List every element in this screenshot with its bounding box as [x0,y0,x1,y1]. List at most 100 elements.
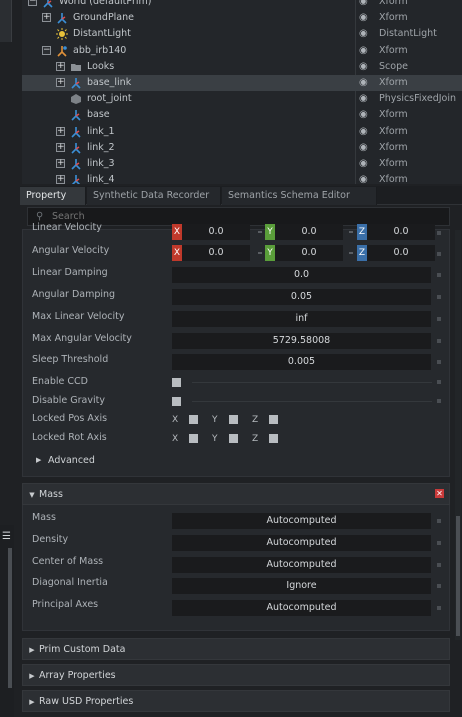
tree-row-label: root_joint [87,93,132,105]
collapse-icon[interactable]: − [28,0,37,6]
tree-row-looks[interactable]: + Looks ◉ Scope [22,59,462,75]
mass-row-value[interactable]: Autocomputed [172,513,431,529]
visibility-eye-icon[interactable]: ◉ [359,59,368,75]
visibility-eye-icon[interactable]: ◉ [359,140,368,156]
tree-row-type: Xform [379,12,408,24]
locked-rot-axis-label: Locked Rot Axis [32,432,107,443]
visibility-eye-icon[interactable]: ◉ [359,172,368,184]
expand-icon[interactable]: + [56,159,65,168]
section-array-properties[interactable]: ▶ Array Properties [22,664,450,686]
reset-dot[interactable] [437,252,441,256]
reset-dot[interactable] [437,317,441,321]
max-angular-velocity-field[interactable]: 5729.58008 [172,333,431,349]
reset-dot[interactable] [437,380,441,384]
angular-velocity-x[interactable]: 0.0 [182,245,250,261]
search-input[interactable] [52,209,432,224]
tree-row-link_4[interactable]: + link_4 ◉ Xform [22,172,462,184]
xform-icon [70,126,82,138]
linear-velocity-x[interactable]: 0.0 [182,224,250,240]
expand-icon[interactable]: + [56,61,65,71]
collapse-arrow-icon: ▼ [29,491,35,499]
max-linear-velocity-field[interactable]: inf [172,311,431,327]
mass-row-value[interactable]: Ignore [172,578,431,594]
reset-dot[interactable] [437,360,441,364]
tab-semantics-schema-editor[interactable]: Semantics Schema Editor [222,187,377,205]
visibility-eye-icon[interactable]: ◉ [359,107,368,123]
reset-dot[interactable] [437,339,441,343]
tree-row-base[interactable]: base ◉ Xform [22,107,462,123]
reset-dot[interactable] [437,606,441,610]
mass-row-value[interactable]: Autocomputed [172,535,431,551]
visibility-eye-icon[interactable]: ◉ [359,156,368,172]
linear-velocity-y[interactable]: 0.0 [275,224,343,240]
section-prim-custom-data[interactable]: ▶ Prim Custom Data [22,638,450,660]
locked-rot-x-checkbox[interactable] [189,434,198,443]
locked-pos-y-checkbox[interactable] [229,415,238,424]
mass-row-value[interactable]: Autocomputed [172,600,431,616]
expand-arrow-icon[interactable]: ▶ [36,456,41,464]
expand-icon[interactable]: + [56,126,65,136]
locked-rot-y-checkbox[interactable] [229,434,238,443]
remove-mass-icon[interactable]: ✕ [435,489,444,498]
visibility-eye-icon[interactable]: ◉ [359,43,368,59]
tree-row-root_joint[interactable]: root_joint ◉ PhysicsFixedJoin [22,91,462,107]
locked-pos-y-letter: Y [212,415,218,425]
visibility-eye-icon[interactable]: ◉ [359,91,368,107]
locked-pos-z-checkbox[interactable] [269,415,278,424]
tree-row-base_link[interactable]: + base_link ◉ Xform [22,75,462,91]
tree-row-link_1[interactable]: + link_1 ◉ Xform [22,124,462,140]
sleep-threshold-field[interactable]: 0.005 [172,354,431,370]
tree-row-label: link_3 [87,158,115,169]
visibility-eye-icon[interactable]: ◉ [359,10,368,26]
xform-icon [70,77,82,89]
reset-dot[interactable] [437,231,441,235]
collapse-icon[interactable]: − [42,45,51,55]
locked-rot-z-checkbox[interactable] [269,434,278,443]
section-raw-usd-properties[interactable]: ▶ Raw USD Properties [22,690,450,712]
linear-damping-field[interactable]: 0.0 [172,267,431,283]
reset-dot[interactable] [437,399,441,403]
reset-dot[interactable] [437,273,441,277]
linear-velocity-z[interactable]: 0.0 [367,224,435,240]
tree-row-type: PhysicsFixedJoin [379,93,457,105]
mass-row-value[interactable]: Autocomputed [172,557,431,573]
tree-row-world[interactable]: − World (defaultPrim) ◉ Xform [22,0,462,10]
angular-velocity-y[interactable]: 0.0 [275,245,343,261]
expand-icon[interactable]: + [42,13,51,23]
disable-gravity-checkbox[interactable] [172,397,181,406]
menu-icon[interactable]: ☰ [2,531,11,542]
advanced-toggle[interactable]: Advanced [48,455,95,466]
visibility-eye-icon[interactable]: ◉ [359,124,368,140]
visibility-eye-icon[interactable]: ◉ [359,75,368,91]
left-scrollbar[interactable] [8,548,12,688]
locked-pos-x-checkbox[interactable] [189,415,198,424]
tree-row-label: base_link [87,77,132,88]
tree-row-distantlight[interactable]: DistantLight ◉ DistantLight [22,26,462,42]
tree-row-abb_irb140[interactable]: − abb_irb140 ◉ Xform [22,43,462,59]
reset-dot[interactable] [437,563,441,567]
visibility-eye-icon[interactable]: ◉ [359,0,368,10]
mass-header[interactable]: ▼ Mass [22,483,450,505]
reset-dot[interactable] [437,295,441,299]
tree-row-label: DistantLight [73,28,131,40]
enable-ccd-checkbox[interactable] [172,378,181,387]
tree-row-groundplane[interactable]: + GroundPlane ◉ Xform [22,10,462,26]
tree-row-label: base [87,109,110,121]
tab-property[interactable]: Property [20,187,86,205]
joint-icon [70,93,82,105]
tree-row-link_3[interactable]: + link_3 ◉ Xform [22,156,462,172]
reset-dot[interactable] [437,541,441,545]
reset-dot[interactable] [437,519,441,523]
tree-row-label: link_2 [87,141,115,153]
reset-dot[interactable] [437,584,441,588]
tree-row-link_2[interactable]: + link_2 ◉ Xform [22,140,462,156]
xform-icon [70,142,82,154]
expand-icon[interactable]: + [56,78,65,87]
angular-velocity-z[interactable]: 0.0 [367,245,435,261]
expand-icon[interactable]: + [56,175,65,184]
property-scrollbar[interactable] [455,230,461,640]
angular-damping-field[interactable]: 0.05 [172,289,431,305]
expand-icon[interactable]: + [56,142,65,152]
tab-synthetic-data-recorder[interactable]: Synthetic Data Recorder [87,187,221,205]
visibility-eye-icon[interactable]: ◉ [359,26,368,42]
